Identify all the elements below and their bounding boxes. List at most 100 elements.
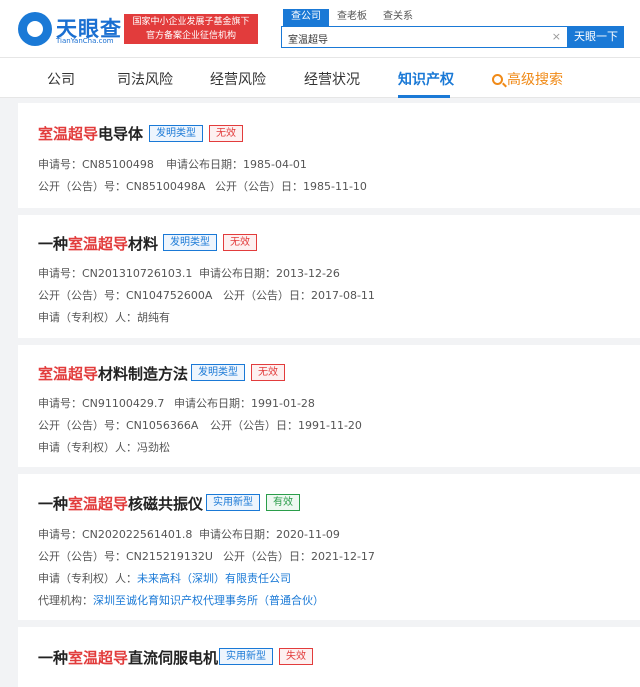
value: CN1056366A [126,419,199,432]
value: 2017-08-11 [311,289,375,302]
nav-item-intellectual-property[interactable]: 知识产权 [398,69,454,89]
patent-title[interactable]: 室温超导电导体 [38,123,143,144]
search-input[interactable]: 室温超导 × [281,26,568,48]
label: 申请号： [38,267,82,280]
search-icon [492,74,503,85]
title-suffix: 电导体 [98,125,144,143]
tab-search-company[interactable]: 查公司 [283,9,329,27]
banner-line-2: 官方备案企业征信机构 [145,31,236,41]
title-prefix: 一种 [38,235,69,253]
label: 公开（公告）日： [223,289,311,302]
value: 1985-04-01 [243,158,307,171]
patent-card: 一种室温超导直流伺服电机 实用新型 失效 [18,627,640,687]
open-number: 公开（公告）号：CN104752600A [38,287,212,303]
value: CN104752600A [126,289,213,302]
patent-card: 一种室温超导材料 发明类型 无效 申请号：CN201310726103.1 申请… [18,215,640,338]
nav-item-business-risk[interactable]: 经营风险 [210,69,266,89]
value: 2021-12-17 [311,550,375,563]
label: 申请号： [38,528,82,541]
label: 公开（公告）号： [38,289,126,302]
title-highlight: 室温超导 [68,495,129,513]
patent-card: 室温超导材料制造方法 发明类型 无效 申请号：CN91100429.7 申请公布… [18,345,640,467]
patent-type-tag: 发明类型 [191,364,245,381]
title-highlight: 室温超导 [38,365,99,383]
clear-icon[interactable]: × [552,30,561,43]
open-date: 公开（公告）日：2017-08-11 [223,287,375,303]
open-date: 公开（公告）日：2021-12-17 [223,548,375,564]
nav-item-company[interactable]: 公司 [47,69,75,89]
value: 2020-11-09 [276,528,340,541]
label: 公开（公告）日： [223,550,311,563]
tab-search-relation[interactable]: 查关系 [375,9,421,27]
label: 申请公布日期： [199,528,276,541]
label: 申请（专利权）人： [38,311,137,324]
logo[interactable]: 天眼查 TianYanCha.com [18,12,121,48]
application-number: 申请号：CN85100498 [38,156,154,172]
label: 申请号： [38,158,82,171]
patent-type-tag: 发明类型 [163,234,217,251]
patent-type-tag: 实用新型 [206,494,260,511]
agency-link[interactable]: 深圳至诚化育知识产权代理事务所（普通合伙） [93,594,324,607]
applicant: 申请（专利权）人：未来高科（深圳）有限责任公司 [38,570,291,586]
nav-item-advanced-search[interactable]: 高级搜索 [492,69,563,89]
publication-date: 申请公布日期：1985-04-01 [166,156,307,172]
label: 申请号： [38,397,82,410]
label: 申请（专利权）人： [38,572,137,585]
title-highlight: 室温超导 [38,125,99,143]
patent-type-tag: 发明类型 [149,125,203,142]
applicant-link[interactable]: 未来高科（深圳）有限责任公司 [137,572,291,585]
nav-item-judicial-risk[interactable]: 司法风险 [117,69,173,89]
label: 公开（公告）日： [215,180,303,193]
title-highlight: 室温超导 [68,649,129,667]
value: CN202022561401.8 [82,528,193,541]
label: 申请（专利权）人： [38,441,137,454]
title-prefix: 一种 [38,649,69,667]
label: 公开（公告）号： [38,180,126,193]
search-button[interactable]: 天眼一下 [568,26,624,48]
application-number: 申请号：CN202022561401.8 [38,526,192,542]
open-number: 公开（公告）号：CN215219132U [38,548,213,564]
top-header: 天眼查 TianYanCha.com 国家中小企业发展子基金旗下 官方备案企业征… [0,0,640,58]
patent-card: 室温超导电导体 发明类型 无效 申请号：CN85100498 申请公布日期：19… [18,103,640,208]
patent-status-tag: 无效 [209,125,243,142]
application-number: 申请号：CN201310726103.1 [38,265,192,281]
nav-item-business-status[interactable]: 经营状况 [304,69,360,89]
category-nav: 公司 司法风险 经营风险 经营状况 知识产权 高级搜索 [0,58,640,98]
patent-status-tag: 无效 [223,234,257,251]
title-suffix: 材料 [128,235,159,253]
patent-type-tag: 实用新型 [219,648,273,665]
eye-logo-icon [18,12,52,46]
logo-url: TianYanCha.com [56,37,114,45]
application-number: 申请号：CN91100429.7 [38,395,164,411]
label: 公开（公告）号： [38,419,126,432]
title-prefix: 一种 [38,495,69,513]
patent-title[interactable]: 一种室温超导核磁共振仪 [38,493,203,514]
title-suffix: 直流伺服电机 [128,649,219,667]
label: 代理机构： [38,594,93,607]
publication-date: 申请公布日期：2013-12-26 [199,265,340,281]
publication-date: 申请公布日期：1991-01-28 [174,395,315,411]
value: 胡纯有 [137,311,170,324]
label: 申请公布日期： [174,397,251,410]
search-input-value[interactable]: 室温超导 [288,31,328,46]
value: 2013-12-26 [276,267,340,280]
patent-title[interactable]: 一种室温超导直流伺服电机 [38,647,218,668]
patent-title[interactable]: 室温超导材料制造方法 [38,363,188,384]
title-suffix: 材料制造方法 [98,365,189,383]
patent-title[interactable]: 一种室温超导材料 [38,233,158,254]
value: CN91100429.7 [82,397,165,410]
value: 1985-11-10 [303,180,367,193]
tab-search-boss[interactable]: 查老板 [329,9,375,27]
value: 1991-11-20 [298,419,362,432]
value: CN85100498 [82,158,154,171]
title-suffix: 核磁共振仪 [128,495,204,513]
value: 冯劲松 [137,441,170,454]
agency: 代理机构：深圳至诚化育知识产权代理事务所（普通合伙） [38,592,324,608]
label: 申请公布日期： [199,267,276,280]
search-tabs: 查公司 查老板 查关系 [283,9,421,27]
advanced-search-label: 高级搜索 [507,72,563,88]
open-date: 公开（公告）日：1991-11-20 [210,417,362,433]
value: CN201310726103.1 [82,267,193,280]
label: 公开（公告）号： [38,550,126,563]
publication-date: 申请公布日期：2020-11-09 [199,526,340,542]
